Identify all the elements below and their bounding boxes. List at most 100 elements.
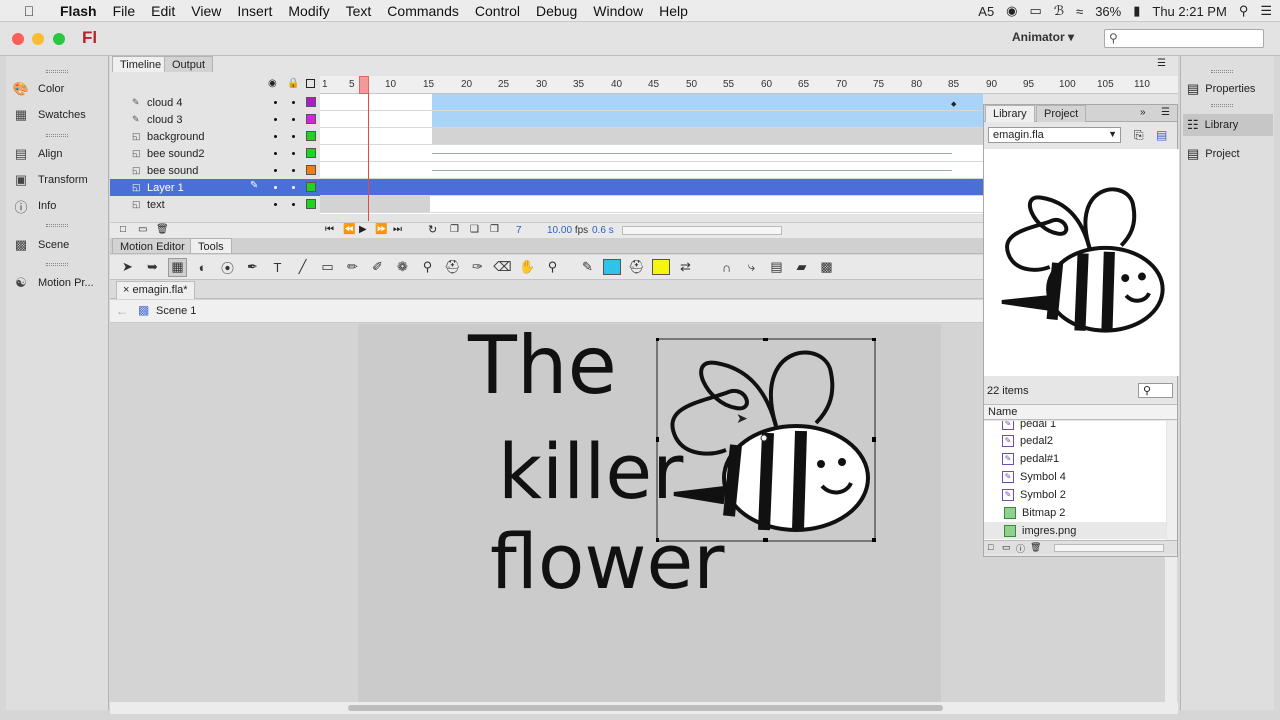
menu-window[interactable]: Window [585, 3, 651, 19]
document-tab[interactable]: × emagin.fla* [116, 281, 195, 299]
layer-text[interactable]: ◱ text [110, 196, 320, 213]
library-hscroll[interactable] [1054, 544, 1164, 552]
tab-library[interactable]: Library [985, 105, 1035, 122]
outline-color-swatch[interactable] [306, 97, 316, 107]
properties-icon[interactable]: ⓘ [1016, 542, 1025, 555]
panel-info[interactable]: ⓘ Info [12, 198, 56, 215]
library-document-select[interactable]: emagin.fla ▼ [988, 127, 1121, 143]
delete-layer-icon[interactable]: 🗑 [156, 224, 169, 235]
layer-cloud-3[interactable]: ✎ cloud 3 [110, 111, 320, 128]
go-to-first-frame-icon[interactable]: ⏮ [325, 224, 334, 235]
new-folder-icon[interactable]: ▭ [138, 224, 147, 235]
visibility-toggle[interactable] [274, 135, 277, 138]
collapse-panel-icon[interactable]: » [1140, 107, 1146, 118]
show-all-layers-eye-icon[interactable]: ◉ [268, 78, 277, 89]
new-library-panel-icon[interactable]: ▤ [1156, 128, 1167, 142]
tab-tools[interactable]: Tools [190, 238, 232, 253]
tab-output[interactable]: Output [164, 56, 214, 72]
visibility-toggle[interactable] [274, 203, 277, 206]
clock[interactable]: Thu 2:21 PM [1152, 4, 1226, 19]
motion-tween-span[interactable] [432, 111, 983, 127]
spotlight-icon[interactable]: ⚲ [1239, 3, 1249, 19]
panel-align[interactable]: ▤ Align [12, 146, 63, 162]
bluetooth-icon[interactable]: ℬ [1054, 3, 1064, 19]
battery-text[interactable]: 36% [1095, 4, 1121, 19]
brush-tool-icon[interactable]: ✐ [368, 258, 387, 277]
new-layer-icon[interactable]: □ [120, 224, 126, 235]
apple-icon[interactable]:  [20, 3, 38, 19]
visibility-toggle[interactable] [274, 152, 277, 155]
panel-properties[interactable]: ▤ Properties [1187, 81, 1255, 97]
snap-to-objects-icon[interactable]: ∩ [717, 258, 736, 277]
deco-tool-icon[interactable]: ❁ [393, 258, 412, 277]
lock-toggle[interactable] [292, 186, 295, 189]
lock-all-layers-icon[interactable]: 🔒 [287, 78, 299, 89]
library-item[interactable]: ✎ pedal2 [1002, 432, 1053, 449]
play-icon[interactable]: ▶ [359, 224, 367, 235]
outline-color-swatch[interactable] [306, 199, 316, 209]
frame-row[interactable] [320, 145, 983, 162]
rotate-skew-icon[interactable]: ▰ [792, 258, 811, 277]
paint-bucket-tool-icon[interactable]: ⛑ [443, 258, 462, 277]
panel-scene[interactable]: ▩ Scene [12, 237, 69, 253]
swap-colors-icon[interactable]: ⇄ [676, 258, 695, 277]
lock-toggle[interactable] [292, 101, 295, 104]
layer-bee-sound[interactable]: ◱ bee sound [110, 162, 320, 179]
menu-modify[interactable]: Modify [280, 3, 337, 19]
edit-multiple-frames-icon[interactable]: ❒ [490, 224, 499, 235]
menu-app[interactable]: Flash [52, 3, 105, 19]
stage-text-the[interactable]: The [468, 326, 617, 406]
bone-tool-icon[interactable]: ⚲ [418, 258, 437, 277]
panel-grip[interactable] [46, 263, 68, 266]
airplay-icon[interactable]: ▭ [1030, 3, 1042, 19]
new-folder-icon[interactable]: ▭ [1002, 542, 1011, 553]
visibility-toggle[interactable] [274, 118, 277, 121]
elapsed-time[interactable]: 0.6 s [592, 225, 614, 236]
timeline-hscroll[interactable] [622, 226, 782, 235]
hand-tool-icon[interactable]: ✋ [518, 258, 537, 277]
onion-skin-icon[interactable]: ❐ [450, 224, 459, 235]
layer-bee-sound2[interactable]: ◱ bee sound2 [110, 145, 320, 162]
visibility-toggle[interactable] [274, 101, 277, 104]
bee-symbol-instance[interactable] [656, 338, 876, 542]
frame-grid[interactable]: ◆ [320, 94, 983, 214]
go-to-last-frame-icon[interactable]: ⏭ [393, 224, 402, 235]
layer-layer-1[interactable]: ◱ Layer 1 ✎ [110, 179, 320, 196]
panel-menu-icon[interactable]: ☰ [1157, 58, 1166, 69]
back-arrow-icon[interactable]: ← [116, 304, 128, 318]
eyedropper-tool-icon[interactable]: ✑ [468, 258, 487, 277]
layer-cloud-4[interactable]: ✎ cloud 4 [110, 94, 320, 111]
onion-outline-icon[interactable]: ❑ [470, 224, 479, 235]
library-item[interactable]: ✎ pedal 1 [1002, 421, 1056, 432]
frame-row[interactable] [320, 128, 983, 145]
frame-row[interactable] [320, 196, 983, 213]
panel-grip[interactable] [1211, 104, 1233, 107]
stage-horizontal-scrollbar[interactable] [110, 702, 1178, 714]
minimize-window-button[interactable] [32, 33, 44, 45]
step-forward-icon[interactable]: ⏩ [375, 224, 387, 235]
battery-icon[interactable]: ▮ [1133, 3, 1140, 19]
new-symbol-icon[interactable]: □ [988, 542, 993, 552]
panel-grip[interactable] [1211, 70, 1233, 73]
frame-row[interactable]: ◆ [320, 94, 983, 111]
panel-color[interactable]: 🎨 Color [12, 81, 64, 97]
library-item[interactable]: Bitmap 2 [1004, 504, 1065, 521]
help-search-input[interactable]: ⚲ [1104, 29, 1264, 48]
layer-background[interactable]: ◱ background [110, 128, 320, 145]
menu-insert[interactable]: Insert [229, 3, 280, 19]
scale-icon[interactable]: ▩ [817, 258, 836, 277]
eraser-tool-icon[interactable]: ⌫ [493, 258, 512, 277]
panel-grip[interactable] [46, 70, 68, 73]
record-icon[interactable]: ◉ [1006, 3, 1017, 19]
stroke-color-swatch[interactable] [603, 259, 621, 275]
frame-span[interactable] [320, 94, 430, 110]
tab-timeline[interactable]: Timeline [112, 56, 170, 72]
scene-breadcrumb[interactable]: Scene 1 [156, 305, 196, 317]
frame-row[interactable] [320, 162, 983, 179]
visibility-toggle[interactable] [274, 169, 277, 172]
tab-project[interactable]: Project [1036, 105, 1087, 122]
lock-toggle[interactable] [292, 152, 295, 155]
lock-toggle[interactable] [292, 135, 295, 138]
panel-menu-icon[interactable]: ☰ [1161, 107, 1170, 118]
menu-edit[interactable]: Edit [143, 3, 183, 19]
